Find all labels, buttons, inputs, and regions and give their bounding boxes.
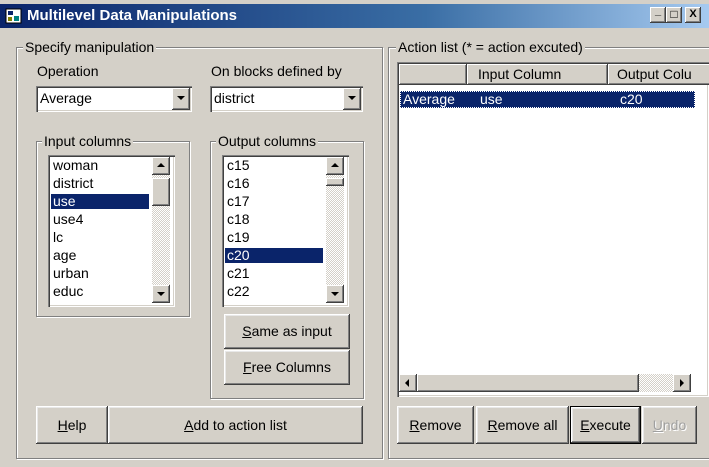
remove-all-button[interactable]: Remove all <box>476 406 569 444</box>
same-as-input-label: Same as input <box>242 323 332 339</box>
operation-label: Operation <box>37 63 99 79</box>
input-column-list-item[interactable]: use4 <box>51 212 149 227</box>
chevron-down-icon <box>177 96 185 100</box>
output-columns-list[interactable]: c15 c16 c17 c18 c19 c20 c21 c22 <box>222 155 349 307</box>
action-list-hscrollbar[interactable] <box>399 374 691 392</box>
column-header-input-label: Input Column <box>478 66 562 82</box>
specify-manipulation-label: Specify manipulation <box>23 39 157 55</box>
minimize-icon: _ <box>654 5 662 17</box>
output-column-list-item[interactable]: c21 <box>225 266 323 281</box>
blocks-value: district <box>214 90 255 106</box>
input-columns-scrollbar[interactable] <box>152 157 170 303</box>
output-column-list-item[interactable]: c15 <box>225 158 323 173</box>
column-header-operation[interactable] <box>399 64 467 85</box>
scroll-thumb[interactable] <box>326 178 344 186</box>
input-column-list-item[interactable]: educ <box>51 284 149 299</box>
free-columns-label: Free Columns <box>243 359 331 375</box>
operation-dropdown-button[interactable] <box>172 88 190 110</box>
column-header-output-label: Output Colu <box>617 66 692 82</box>
same-as-input-button[interactable]: Same as input <box>224 314 350 349</box>
add-to-action-list-button[interactable]: Add to action list <box>108 406 363 444</box>
input-column-list-item[interactable]: use <box>51 194 149 209</box>
output-column-list-item[interactable]: c20 <box>225 248 323 263</box>
chevron-down-icon <box>348 96 356 100</box>
maximize-icon: □ <box>670 7 678 21</box>
column-header-operation-label <box>399 66 403 82</box>
scroll-up-button[interactable] <box>152 157 170 175</box>
input-column-list-item[interactable]: district <box>51 176 149 191</box>
blocks-dropdown-button[interactable] <box>343 88 361 110</box>
remove-all-label: Remove all <box>487 417 558 433</box>
execute-button[interactable]: Execute <box>570 406 641 444</box>
chevron-left-icon <box>405 379 409 387</box>
chevron-right-icon <box>680 379 684 387</box>
output-columns-scrollbar[interactable] <box>326 157 344 303</box>
action-row-output: c20 <box>620 91 643 107</box>
input-column-list-item[interactable]: woman <box>51 158 149 173</box>
execute-label: Execute <box>580 417 631 433</box>
chevron-down-icon <box>157 292 165 296</box>
column-header-input[interactable]: Input Column <box>467 64 608 85</box>
blocks-combo[interactable]: district <box>210 86 363 112</box>
scroll-thumb[interactable] <box>417 374 639 392</box>
close-icon: X <box>689 8 697 20</box>
scroll-left-button[interactable] <box>399 374 417 392</box>
undo-button[interactable]: Undo <box>642 406 697 444</box>
app-icon <box>5 8 22 24</box>
free-columns-button[interactable]: Free Columns <box>224 350 350 385</box>
input-column-list-item[interactable]: urban <box>51 266 149 281</box>
help-button[interactable]: Help <box>36 406 108 444</box>
action-row-input: use <box>480 91 503 107</box>
output-column-list-item[interactable]: c19 <box>225 230 323 245</box>
output-column-list-item[interactable]: c16 <box>225 176 323 191</box>
remove-button[interactable]: Remove <box>397 406 474 444</box>
input-column-list-item[interactable]: lc <box>51 230 149 245</box>
title-bar[interactable]: Multilevel Data Manipulations _ □ X <box>0 4 709 28</box>
input-columns-list[interactable]: woman district use use4 lc age urban educ <box>48 155 175 307</box>
chevron-up-icon <box>331 163 339 167</box>
operation-value: Average <box>40 90 92 106</box>
chevron-up-icon <box>157 163 165 167</box>
scroll-up-button[interactable] <box>326 157 344 175</box>
scroll-thumb[interactable] <box>152 178 170 206</box>
action-list-view[interactable]: Input Column Output Colu Average use c20 <box>397 62 709 397</box>
dialog-window: Multilevel Data Manipulations _ □ X Spec… <box>0 0 709 467</box>
output-column-list-item[interactable]: c17 <box>225 194 323 209</box>
maximize-button[interactable]: □ <box>666 7 682 23</box>
remove-label: Remove <box>409 417 462 433</box>
add-to-action-list-label: Add to action list <box>184 417 287 433</box>
action-row-operation: Average <box>403 91 455 107</box>
scroll-down-button[interactable] <box>152 285 170 303</box>
output-column-list-item[interactable]: c18 <box>225 212 323 227</box>
input-column-list-item[interactable]: age <box>51 248 149 263</box>
close-button[interactable]: X <box>685 7 701 23</box>
chevron-down-icon <box>331 292 339 296</box>
input-columns-label: Input columns <box>42 133 134 149</box>
help-label: Help <box>57 417 87 433</box>
action-list-label: Action list (* = action excuted) <box>396 39 585 55</box>
operation-combo[interactable]: Average <box>36 86 192 112</box>
blocks-label: On blocks defined by <box>211 63 342 79</box>
minimize-button[interactable]: _ <box>650 5 666 23</box>
undo-label: Undo <box>652 417 687 433</box>
column-header-output[interactable]: Output Colu <box>608 64 709 85</box>
action-row[interactable]: Average use c20 <box>400 91 695 108</box>
window-title: Multilevel Data Manipulations <box>27 7 238 24</box>
scroll-down-button[interactable] <box>326 285 344 303</box>
output-column-list-item[interactable]: c22 <box>225 284 323 299</box>
output-columns-label: Output columns <box>216 133 319 149</box>
scroll-right-button[interactable] <box>673 374 691 392</box>
